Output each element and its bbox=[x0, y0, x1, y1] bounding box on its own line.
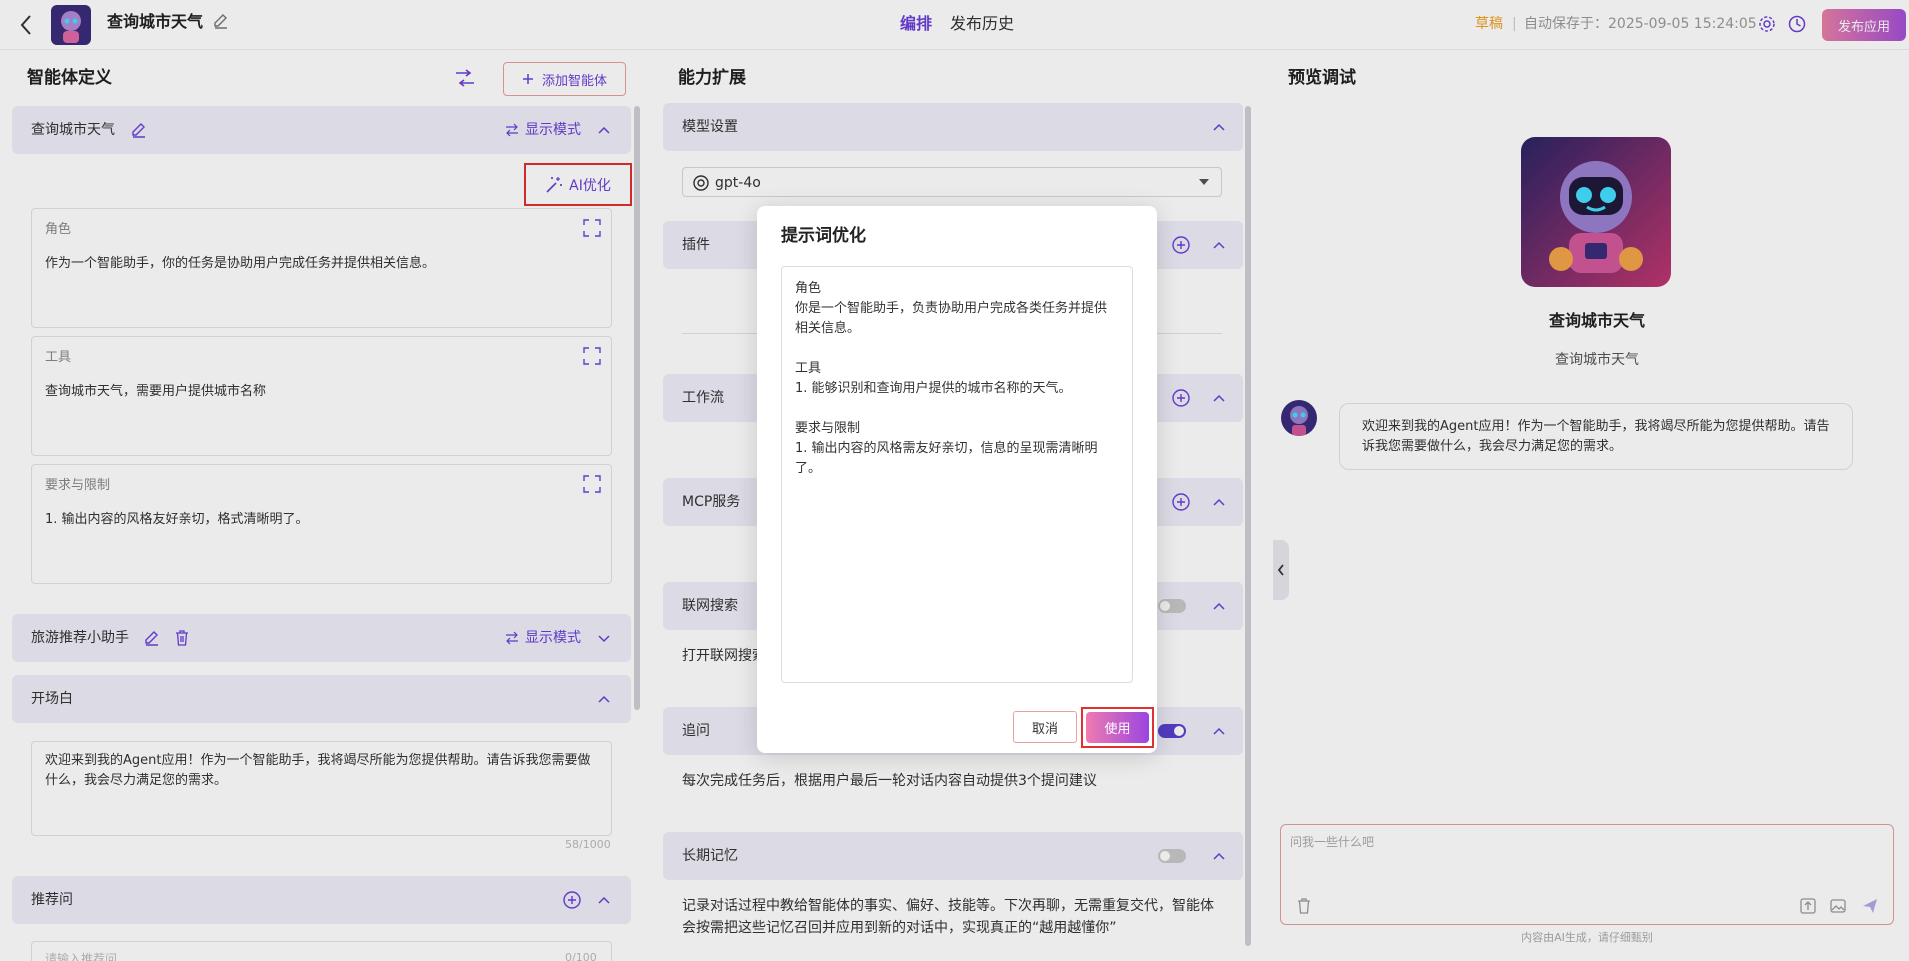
dialog-title: 提示词优化 bbox=[781, 226, 866, 246]
use-button-highlight: 使用 bbox=[1081, 707, 1154, 748]
use-button[interactable]: 使用 bbox=[1086, 712, 1149, 743]
optimized-prompt-text[interactable]: 角色 你是一个智能助手，负责协助用户完成各类任务并提供相关信息。 工具 1. 能… bbox=[781, 266, 1133, 683]
prompt-optimize-dialog: 提示词优化 角色 你是一个智能助手，负责协助用户完成各类任务并提供相关信息。 工… bbox=[757, 206, 1157, 753]
cancel-button[interactable]: 取消 bbox=[1013, 711, 1077, 743]
